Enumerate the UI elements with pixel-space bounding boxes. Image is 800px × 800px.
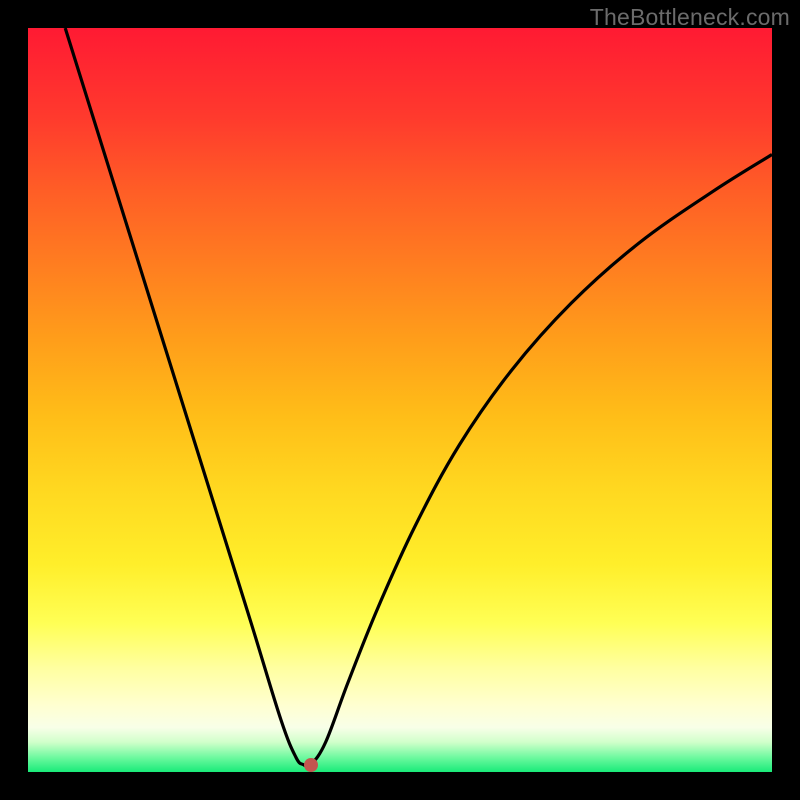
- chart-frame: TheBottleneck.com: [0, 0, 800, 800]
- watermark-text: TheBottleneck.com: [590, 4, 790, 31]
- minimum-marker-dot: [304, 758, 318, 772]
- curve-line: [65, 28, 772, 767]
- bottleneck-curve: [28, 28, 772, 772]
- plot-area: [28, 28, 772, 772]
